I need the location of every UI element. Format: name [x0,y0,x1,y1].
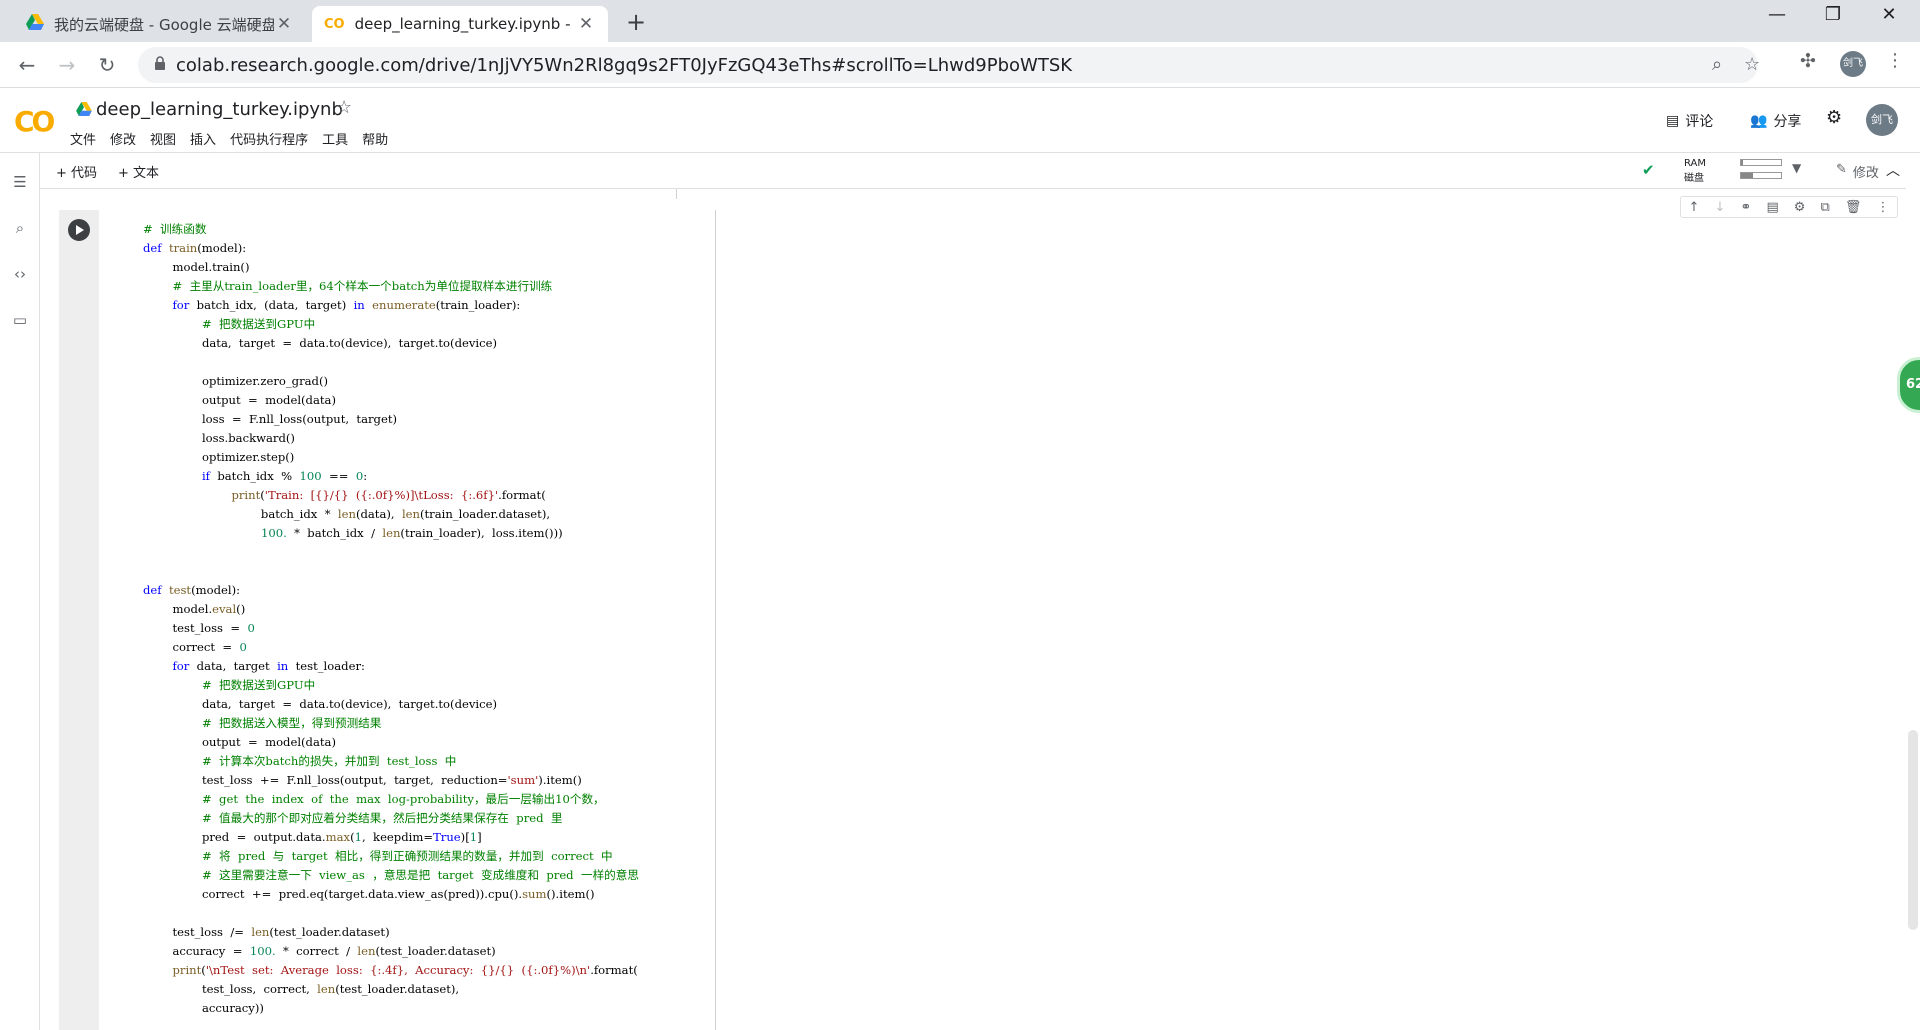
reload-icon[interactable]: ↻ [94,52,120,78]
user-avatar[interactable]: 剑飞 [1866,104,1898,136]
settings-gear-icon[interactable]: ⚙ [1794,200,1806,215]
new-tab-button[interactable]: + [620,8,652,36]
tab-google-drive[interactable]: 我的云端硬盘 - Google 云端硬盘 ✕ [14,6,306,42]
comment-label: 评论 [1685,114,1714,130]
tab-title: deep_learning_turkey.ipynb - Colaborator… [354,15,576,33]
settings-gear-icon[interactable]: ⚙ [1826,107,1842,128]
profile-avatar[interactable]: 剑飞 [1840,51,1866,77]
zoom-icon[interactable]: ⌕ [1712,54,1722,75]
ram-usage-bar [1740,159,1782,166]
add-text-button[interactable]: + 文本 [118,162,159,181]
code-snippets-icon[interactable]: ‹› [10,265,30,285]
minimize-icon[interactable]: — [1752,4,1802,25]
menu-bar: 文件 修改 视图 插入 代码执行程序 工具 帮助 [70,129,388,148]
search-icon[interactable]: ⌕ [10,219,30,239]
tab-title: 我的云端硬盘 - Google 云端硬盘 [54,15,274,34]
back-icon[interactable]: ← [14,52,40,78]
more-icon[interactable]: ⋮ [1886,50,1904,71]
menu-view[interactable]: 视图 [150,129,176,148]
edit-mode-button[interactable]: ✎ 修改 [1836,162,1879,181]
browser-tab-bar: 我的云端硬盘 - Google 云端硬盘 ✕ CO deep_learning_… [0,0,1920,42]
bookmark-star-icon[interactable]: ☆ [1744,54,1760,75]
colab-header: CO deep_learning_turkey.ipynb ☆ 文件 修改 视图… [0,89,1920,153]
cell-gutter [59,210,99,1030]
lock-icon [154,56,166,70]
disk-usage-bar [1740,172,1782,179]
ram-usage-fill [1741,160,1743,165]
comment-icon: ▤ [1666,113,1680,129]
scrollbar-thumb[interactable] [1908,730,1918,930]
url-text: colab.research.google.com/drive/1nJjVY5W… [176,55,1073,76]
comment-icon[interactable]: ▤ [1766,200,1778,215]
close-tab-icon[interactable]: ✕ [274,14,294,34]
add-code-button[interactable]: + 代码 [56,162,97,181]
menu-file[interactable]: 文件 [70,129,96,148]
close-tab-icon[interactable]: ✕ [576,14,596,34]
tab-colab[interactable]: CO deep_learning_turkey.ipynb - Colabora… [312,6,608,42]
colab-logo[interactable]: CO [14,105,55,138]
code-editor[interactable]: # 训练函数 def train(model): model.train() #… [99,210,1920,1030]
extensions-icon[interactable]: ✣ [1800,50,1816,72]
google-drive-icon [26,14,44,34]
share-label: 分享 [1773,114,1802,130]
browser-toolbar: ← → ↻ colab.research.google.com/drive/1n… [0,42,1920,88]
table-of-contents-icon[interactable]: ☰ [10,173,30,193]
menu-edit[interactable]: 修改 [110,129,136,148]
files-folder-icon[interactable]: ▭ [10,311,30,331]
menu-runtime[interactable]: 代码执行程序 [230,129,308,148]
forward-icon[interactable]: → [54,52,80,78]
move-down-icon[interactable]: ↓ [1715,200,1726,215]
code-cell[interactable]: # 训练函数 def train(model): model.train() #… [59,210,1920,1030]
delete-icon[interactable]: 🗑 [1845,200,1862,215]
code-text: # 训练函数 def train(model): model.train() #… [143,222,639,1015]
move-up-icon[interactable]: ↑ [1689,200,1700,215]
mirror-cell-icon[interactable]: ⧉ [1821,200,1830,215]
edit-label: 修改 [1852,166,1879,181]
menu-tools[interactable]: 工具 [322,129,348,148]
run-cell-button[interactable] [68,219,90,241]
colab-icon: CO [324,16,345,32]
pencil-icon: ✎ [1836,162,1847,177]
star-icon[interactable]: ☆ [336,97,352,118]
notebook-toolbar: + 代码 + 文本 ✔ RAM 磁盘 ▼ ✎ 修改 ︿ [40,153,1920,189]
ruler-line [676,189,677,199]
ruler-line [715,210,716,1030]
disk-usage-fill [1741,173,1753,178]
notebook-title[interactable]: deep_learning_turkey.ipynb [96,99,343,120]
restore-icon[interactable]: ❐ [1808,4,1858,25]
menu-help[interactable]: 帮助 [362,129,388,148]
connected-check-icon: ✔ [1642,161,1655,179]
menu-insert[interactable]: 插入 [190,129,216,148]
people-icon: 👥 [1750,113,1768,129]
share-button[interactable]: 👥 分享 [1750,111,1801,131]
more-icon[interactable]: ⋮ [1876,200,1889,215]
cell-toolbar: ↑ ↓ ⚭ ▤ ⚙ ⧉ 🗑 ⋮ [1680,196,1898,218]
address-bar[interactable]: colab.research.google.com/drive/1nJjVY5W… [138,47,1760,83]
link-icon[interactable]: ⚭ [1740,200,1751,215]
resource-monitor[interactable]: RAM 磁盘 [1684,158,1706,184]
google-drive-icon [76,102,92,120]
collapse-header-icon[interactable]: ︿ [1886,160,1900,180]
ram-label: RAM [1684,158,1707,169]
comment-button[interactable]: ▤ 评论 [1666,111,1713,131]
left-sidebar: ☰ ⌕ ‹› ▭ [0,153,40,1030]
disk-label: 磁盘 [1684,173,1704,184]
close-window-icon[interactable]: ✕ [1864,4,1914,25]
